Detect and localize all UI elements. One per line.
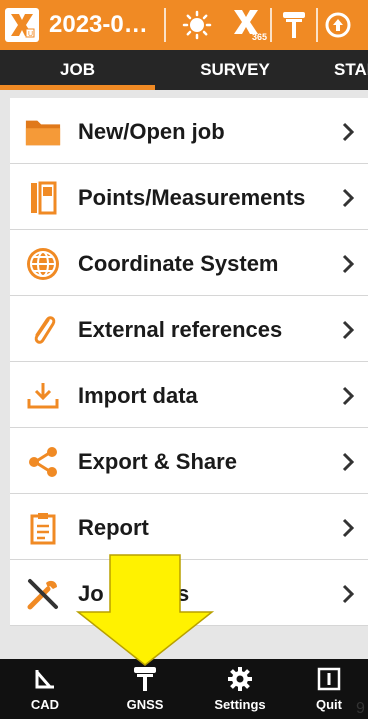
folder-icon [24,113,62,151]
gnss-status-icon[interactable] [318,0,358,50]
menu-item-job-utilities[interactable]: Jo es [10,562,368,626]
tab-bar: JOB SURVEY STAK [0,50,368,90]
quit-button[interactable]: Quit [303,659,355,719]
paperclip-icon [24,311,62,349]
menu-item-label: Import data [78,382,198,408]
chevron-right-icon [342,518,354,538]
menu-item-label: Report [78,514,149,540]
menu-item-label: New/Open job [78,118,225,144]
svg-text:U: U [28,31,33,38]
menu-item-label: Export & Share [78,448,237,474]
active-tab-indicator [0,85,155,90]
settings-button[interactable]: Settings [200,659,280,719]
menu-item-coordinate-system[interactable]: Coordinate System [10,232,368,296]
sun-icon[interactable] [166,0,228,50]
menu-item-label: Jo es [78,580,190,606]
chevron-right-icon [342,122,354,142]
clipboard-icon [24,509,62,547]
menu-item-label: External references [78,316,283,342]
xpad-365-icon[interactable]: 365 [228,0,270,50]
app-logo-icon[interactable]: U [5,8,39,42]
menu-item-import-data[interactable]: Import data [10,364,368,428]
tab-job[interactable]: JOB [0,50,155,90]
cad-button[interactable]: CAD [20,659,70,719]
menu-item-label: Points/Measurements [78,184,306,210]
tab-stakeout[interactable]: STAK [334,50,368,90]
menu-item-report[interactable]: Report [10,496,368,560]
gnss-label: GNSS [126,697,164,712]
app-window: U 2023-0… 365 JOB SURVEY STA New/Open jo… [0,0,368,719]
chevron-right-icon [342,584,354,604]
import-icon [24,377,62,415]
bottom-toolbar: CAD GNSS Settings Quit [0,659,368,719]
menu-item-new-open-job[interactable]: New/Open job [10,100,368,164]
globe-icon [24,245,62,283]
gnss-button[interactable]: GNSS [115,659,175,719]
chevron-right-icon [342,254,354,274]
gnss-antenna-icon[interactable] [272,0,316,50]
quit-label: Quit [316,697,342,712]
title-bar: U 2023-0… 365 [0,0,368,50]
gear-icon [227,664,253,694]
menu-item-export-share[interactable]: Export & Share [10,430,368,494]
chevron-right-icon [342,320,354,340]
tools-icon [24,575,62,613]
menu-item-label: Coordinate System [78,250,279,276]
chevron-right-icon [342,386,354,406]
chevron-right-icon [342,188,354,208]
menu-item-external-references[interactable]: External references [10,298,368,362]
edge-digit: 9 [356,700,365,717]
cad-icon [33,664,57,694]
cad-label: CAD [30,697,60,712]
menu-item-points-measurements[interactable]: Points/Measurements [10,166,368,230]
chevron-right-icon [342,452,354,472]
quit-icon [316,664,342,694]
svg-text:365: 365 [252,32,267,42]
share-icon [24,443,62,481]
job-menu: New/Open job Points/Measurements Coordin… [10,98,368,626]
gnss-icon [132,664,158,694]
points-icon [24,179,62,217]
settings-label: Settings [214,697,266,712]
job-title[interactable]: 2023-0… [49,11,164,39]
tab-survey[interactable]: SURVEY [180,50,290,90]
